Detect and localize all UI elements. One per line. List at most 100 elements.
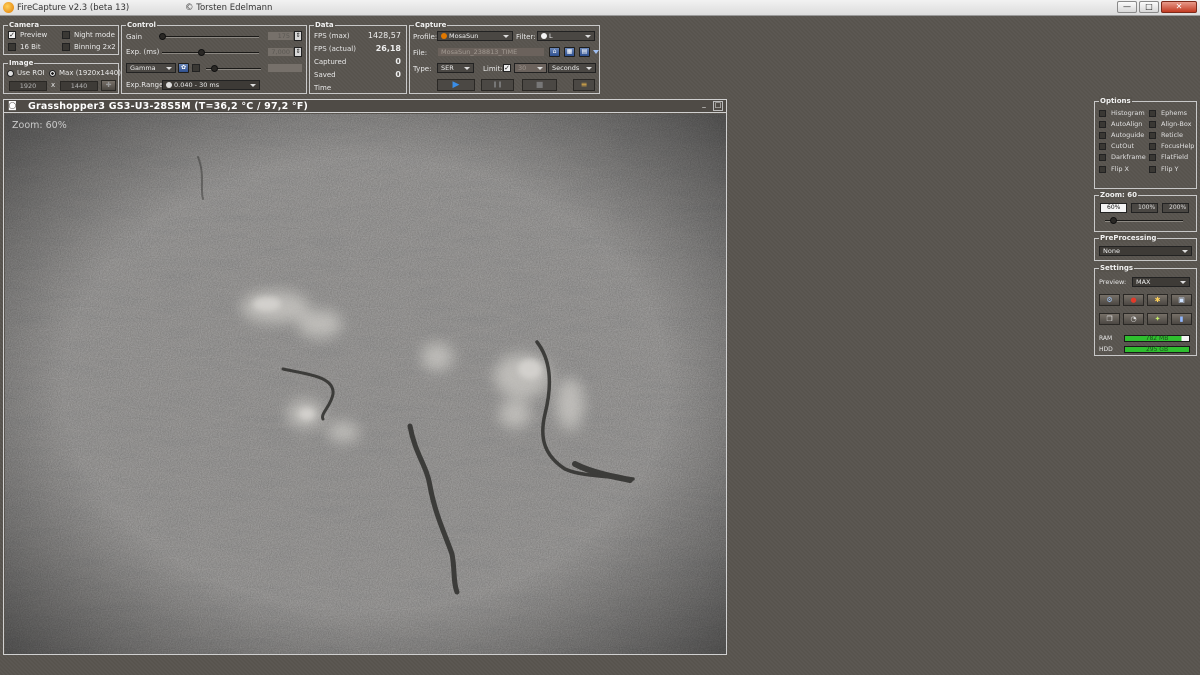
max-roi-radio-row[interactable]: Max (1920x1440): [49, 69, 121, 77]
color-settings-button[interactable]: ✱: [1147, 294, 1168, 306]
maximize-window-button[interactable]: □: [1139, 1, 1159, 13]
autoguide-checkbox[interactable]: [1099, 131, 1106, 139]
limit-checkbox[interactable]: ✓: [503, 64, 511, 72]
use-roi-label: Use ROI: [17, 69, 45, 77]
reticle-option[interactable]: Reticle: [1149, 131, 1183, 139]
16bit-checkbox-row[interactable]: 16 Bit: [8, 43, 41, 51]
night-mode-checkbox[interactable]: [62, 31, 70, 39]
minimize-window-button[interactable]: —: [1117, 1, 1137, 13]
preview-checkbox[interactable]: ✓: [8, 31, 16, 39]
start-capture-button[interactable]: ▶: [437, 79, 475, 91]
reticle-checkbox[interactable]: [1149, 131, 1156, 139]
preprocessing-select[interactable]: None: [1099, 246, 1192, 256]
exp-range-label: Exp.Range: [126, 81, 164, 89]
flip-x-checkbox[interactable]: [1099, 165, 1106, 173]
record-button[interactable]: ●: [1123, 294, 1144, 306]
night-mode-checkbox-row[interactable]: Night mode: [62, 31, 115, 39]
gamma-value-input[interactable]: [267, 63, 303, 73]
roi-height-input[interactable]: 1440: [60, 81, 98, 91]
exposure-value-input[interactable]: 7,000: [267, 47, 294, 57]
gamma-settings-button[interactable]: ✿: [178, 63, 189, 73]
viewer-minimize-button[interactable]: _: [699, 101, 709, 111]
max-roi-radio[interactable]: [49, 69, 56, 77]
stop-capture-button[interactable]: ■: [522, 79, 557, 91]
cutout-option[interactable]: CutOut: [1099, 142, 1134, 150]
exp-range-select[interactable]: 0.040 - 30 ms: [162, 80, 260, 90]
file-options-button[interactable]: ▤: [579, 47, 590, 57]
roi-width-input[interactable]: 1920: [9, 81, 47, 91]
gain-slider-thumb[interactable]: [159, 33, 166, 40]
roi-apply-button[interactable]: ✚: [101, 80, 116, 91]
exposure-slider-thumb[interactable]: [198, 49, 205, 56]
zoom-60-button[interactable]: 60%: [1100, 203, 1127, 213]
align-box-option[interactable]: Align-Box: [1149, 120, 1192, 128]
autoalign-option[interactable]: AutoAlign: [1099, 120, 1142, 128]
file-settings-button[interactable]: ▣: [1171, 294, 1192, 306]
plugins-button[interactable]: ❐: [1099, 313, 1120, 325]
gain-slider[interactable]: [159, 33, 259, 40]
file-label: File:: [413, 49, 428, 57]
gain-spinner[interactable]: ⇕: [294, 31, 302, 41]
profile-value: MosaSun: [449, 32, 479, 40]
zoom-200-button[interactable]: 200%: [1162, 203, 1189, 213]
pause-capture-button[interactable]: ❚❚: [481, 79, 514, 91]
autoalign-checkbox[interactable]: [1099, 120, 1106, 128]
gamma-slider-thumb[interactable]: [211, 65, 218, 72]
settings-button[interactable]: ⚙: [1099, 294, 1120, 306]
flatfield-checkbox[interactable]: [1149, 153, 1156, 161]
flip-y-option[interactable]: Flip Y: [1149, 165, 1179, 173]
zoom-slider-thumb[interactable]: [1110, 217, 1117, 224]
format-type-select[interactable]: SER: [437, 63, 474, 73]
solar-chromosphere-image[interactable]: [5, 114, 726, 654]
filter-select[interactable]: L: [537, 31, 595, 41]
limit-unit-select[interactable]: Seconds: [548, 63, 596, 73]
light-button[interactable]: ✦: [1147, 313, 1168, 325]
captured-label: Captured: [314, 58, 347, 66]
flip-y-checkbox[interactable]: [1149, 165, 1156, 173]
zoom-100-button[interactable]: 100%: [1131, 203, 1158, 213]
exposure-spinner[interactable]: ⇕: [294, 47, 302, 57]
home-folder-button[interactable]: ⌂: [549, 47, 560, 57]
close-window-button[interactable]: ✕: [1161, 1, 1197, 13]
gamma-select[interactable]: Gamma: [126, 63, 176, 73]
darkframe-checkbox[interactable]: [1099, 153, 1106, 161]
cutout-checkbox[interactable]: [1099, 142, 1106, 150]
zoom-slider[interactable]: [1105, 217, 1183, 224]
binning-checkbox-row[interactable]: Binning 2x2: [62, 43, 116, 51]
flatfield-option[interactable]: FlatField: [1149, 153, 1188, 161]
gauge-button[interactable]: ◔: [1123, 313, 1144, 325]
limit-value-select[interactable]: 30: [514, 63, 547, 73]
use-roi-radio[interactable]: [7, 69, 14, 77]
darkframe-option[interactable]: Darkframe: [1099, 153, 1146, 161]
file-name-input[interactable]: MosaSun_238813_TIME: [437, 47, 545, 57]
gamma-slider[interactable]: [206, 65, 261, 72]
ephems-checkbox[interactable]: [1149, 109, 1156, 117]
autoguide-option[interactable]: Autoguide: [1099, 131, 1144, 139]
control-group-title: Control: [126, 21, 157, 29]
profile-select[interactable]: MosaSun: [437, 31, 513, 41]
open-folder-button[interactable]: ▦: [564, 47, 575, 57]
exposure-slider[interactable]: [162, 49, 259, 56]
capture-history-button[interactable]: ≡: [573, 79, 595, 91]
viewer-maximize-button[interactable]: □: [713, 101, 723, 111]
binning-checkbox[interactable]: [62, 43, 70, 51]
filter-dot-icon: [541, 33, 547, 39]
flatfield-label: FlatField: [1161, 153, 1189, 161]
histogram-view-button[interactable]: ▮: [1171, 313, 1192, 325]
ephems-option[interactable]: Ephems: [1149, 109, 1187, 117]
control-group: Control Gain 175 ⇕ Exp. (ms) 7,000 ⇕ Gam…: [121, 21, 307, 94]
use-roi-radio-row[interactable]: Use ROI: [7, 69, 45, 77]
gain-value-input[interactable]: 175: [267, 31, 294, 41]
focushelp-option[interactable]: FocusHelp: [1149, 142, 1194, 150]
16bit-checkbox[interactable]: [8, 43, 16, 51]
ram-usage-bar: 782 MB: [1124, 335, 1190, 342]
gamma-checkbox[interactable]: [192, 64, 200, 72]
histogram-option[interactable]: Histogram: [1099, 109, 1145, 117]
preview-checkbox-row[interactable]: ✓ Preview: [8, 31, 47, 39]
histogram-checkbox[interactable]: [1099, 109, 1106, 117]
focushelp-checkbox[interactable]: [1149, 142, 1156, 150]
preview-mode-select[interactable]: MAX: [1132, 277, 1190, 287]
flip-x-option[interactable]: Flip X: [1099, 165, 1129, 173]
align-box-checkbox[interactable]: [1149, 120, 1156, 128]
file-options-chevron-down-icon[interactable]: [593, 50, 599, 54]
